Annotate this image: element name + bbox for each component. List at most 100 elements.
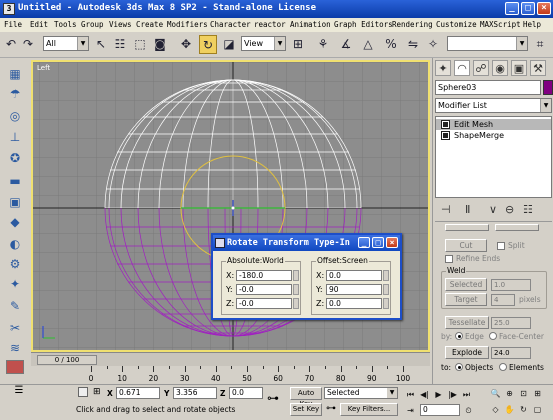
zoom-all-icon[interactable]: ⊕ [503, 388, 516, 399]
set-key-button[interactable]: Set Key [290, 403, 322, 416]
close-button[interactable]: × [537, 2, 551, 15]
explode-button[interactable]: Explode [445, 346, 489, 359]
key-filters-button[interactable]: Key Filters... [340, 403, 398, 416]
dialog-close-button[interactable]: × [386, 237, 398, 248]
selection-lock-icon[interactable] [78, 387, 88, 397]
select-by-name-icon[interactable]: ☷ [111, 35, 129, 54]
go-to-end-icon[interactable]: ⏭ [460, 389, 473, 400]
motion-tab-icon[interactable]: ◉ [492, 60, 508, 76]
rectangular-selection-icon[interactable]: ⬚ [131, 35, 149, 54]
toolbar-icon-11[interactable]: ✦ [6, 276, 24, 292]
select-rotate-icon[interactable]: ↻ [199, 35, 217, 54]
create-tab-icon[interactable]: ✦ [435, 60, 451, 76]
window-crossing-icon[interactable]: ◙ [151, 35, 169, 54]
time-configuration-icon[interactable]: ⏲ [462, 405, 475, 416]
track-bar-icon[interactable]: ☰ [8, 385, 30, 399]
toolbar-icon-1[interactable]: ▦ [6, 66, 24, 82]
display-tab-icon[interactable]: ▣ [511, 60, 527, 76]
face-center-radio[interactable] [489, 332, 497, 340]
menu-maxscript[interactable]: MAXScript [480, 20, 521, 29]
set-key-icon[interactable]: ⊶ [324, 403, 338, 416]
toolbar-icon-13[interactable]: ✂ [6, 320, 24, 336]
menu-graph-editors[interactable]: Graph Editors [334, 20, 393, 29]
undo-icon[interactable]: ↶ [2, 35, 20, 54]
menu-views[interactable]: Views [109, 20, 132, 29]
menu-rendering[interactable]: Rendering [392, 20, 433, 29]
objects-radio[interactable] [455, 363, 463, 371]
object-color-swatch[interactable] [543, 80, 553, 95]
toolbar-icon-8[interactable]: ◆ [6, 214, 24, 230]
stack-item-edit-mesh[interactable]: Edit Mesh [436, 119, 551, 130]
modify-tab-icon[interactable]: ◠ [454, 60, 470, 76]
menu-reactor[interactable]: reactor [254, 20, 286, 29]
curve-editor-icon[interactable]: ⌗ [531, 35, 549, 54]
menu-file[interactable]: File [4, 20, 22, 29]
x-coord-field[interactable]: 0.671 [116, 387, 160, 399]
make-unique-icon[interactable]: ∨ [489, 203, 497, 216]
zoom-icon[interactable]: 🔍 [489, 388, 502, 399]
mirror-icon[interactable]: ⇋ [404, 35, 422, 54]
previous-frame-icon[interactable]: ◀| [418, 389, 431, 400]
go-to-start-icon[interactable]: ⏮ [404, 389, 417, 400]
weld-selected-button[interactable]: Selected [445, 278, 487, 291]
offset-z-field[interactable]: 0.0 [326, 298, 382, 309]
absolute-x-field[interactable]: -180.0 [236, 270, 292, 281]
arc-rotate-icon[interactable]: ↻ [517, 404, 530, 415]
auto-key-button[interactable]: Auto Key [290, 387, 322, 408]
weld-target-button[interactable]: Target [445, 293, 487, 306]
pin-stack-icon[interactable]: ⊣ [441, 203, 451, 216]
show-end-result-icon[interactable]: Ⅱ [465, 203, 470, 216]
named-selection-sets-dropdown[interactable]: ▼ [447, 36, 528, 51]
toolbar-icon-3[interactable]: ◎ [6, 108, 24, 124]
menu-edit[interactable]: Edit [30, 20, 48, 29]
menu-modifiers[interactable]: Modifiers [167, 20, 208, 29]
dialog-title-bar[interactable]: Rotate Transform Type-In _ □ × [213, 235, 400, 251]
play-icon[interactable]: ▶ [432, 389, 445, 400]
tessellate-tension-field[interactable]: 25.0 [491, 317, 531, 329]
mini-listener[interactable] [0, 352, 31, 384]
percent-snap-icon[interactable]: △ [359, 35, 377, 54]
maxscript-listener-icon[interactable] [6, 360, 24, 374]
select-object-icon[interactable]: ↖ [92, 35, 110, 54]
hierarchy-tab-icon[interactable]: ☍ [473, 60, 489, 76]
time-slider-thumb[interactable]: 0 / 100 [37, 355, 97, 365]
time-slider[interactable]: 0 / 100 [31, 352, 430, 366]
angle-snap-icon[interactable]: ∡ [337, 35, 355, 54]
select-move-icon[interactable]: ✥ [177, 35, 195, 54]
align-icon[interactable]: ✧ [424, 35, 442, 54]
spinner-icon[interactable] [293, 298, 299, 309]
spinner-icon[interactable] [383, 284, 389, 295]
menu-help[interactable]: Help [523, 20, 541, 29]
edge-radio[interactable] [455, 332, 463, 340]
spinner-icon[interactable] [383, 270, 389, 281]
remove-modifier-icon[interactable]: ⊖ [505, 203, 514, 216]
select-scale-icon[interactable]: ◪ [220, 35, 238, 54]
toolbar-icon-9[interactable]: ◐ [6, 236, 24, 252]
z-coord-field[interactable]: 0.0 [229, 387, 263, 399]
spinner-snap-icon[interactable]: % [382, 35, 400, 54]
weld-threshold-field[interactable]: 1.0 [491, 279, 531, 291]
select-manipulate-icon[interactable]: ⚘ [314, 35, 332, 54]
viewport-label[interactable]: Left [37, 64, 50, 72]
expand-icon[interactable] [441, 131, 450, 140]
toolbar-icon-5[interactable]: ✪ [6, 150, 24, 166]
menu-character[interactable]: Character [210, 20, 251, 29]
elements-radio[interactable] [499, 363, 507, 371]
use-selection-button[interactable] [445, 224, 489, 231]
y-coord-field[interactable]: 3.356 [173, 387, 217, 399]
cut-button[interactable]: Cut [445, 239, 487, 252]
spinner-icon[interactable] [293, 270, 299, 281]
spinner-icon[interactable] [293, 284, 299, 295]
dialog-maximize-button[interactable]: □ [372, 237, 384, 248]
absolute-mode-icon[interactable]: ⊞ [93, 387, 103, 397]
zoom-extents-icon[interactable]: ⊡ [517, 388, 530, 399]
dialog-minimize-button[interactable]: _ [358, 237, 370, 248]
tessellate-button[interactable]: Tessellate [445, 316, 489, 329]
explode-angle-field[interactable]: 24.0 [491, 347, 531, 359]
menu-create[interactable]: Create [136, 20, 163, 29]
maximize-button[interactable]: □ [521, 2, 535, 15]
utilities-tab-icon[interactable]: ⚒ [530, 60, 546, 76]
weld-target-pixels-field[interactable]: 4 [491, 294, 515, 306]
toolbar-icon-6[interactable]: ▬ [6, 173, 24, 189]
current-frame-field[interactable]: 0 [420, 404, 460, 416]
